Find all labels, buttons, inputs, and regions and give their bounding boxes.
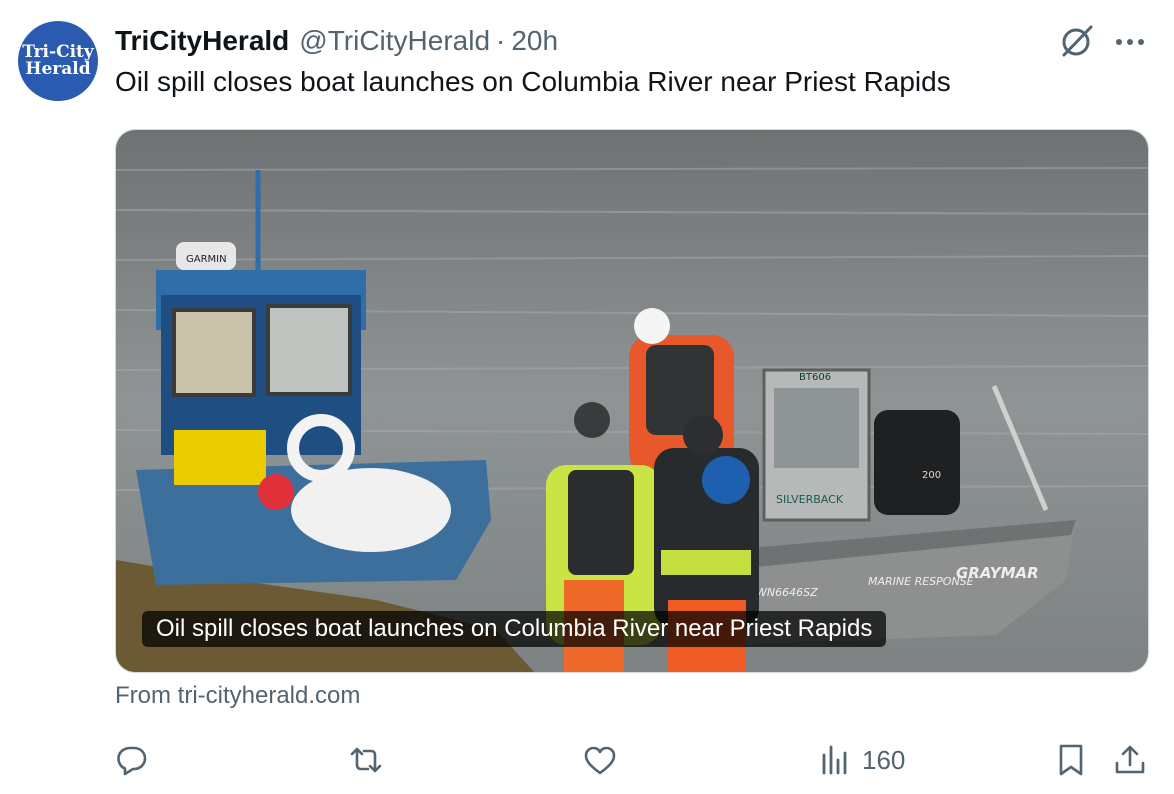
bookmark-button[interactable] — [1053, 736, 1089, 784]
display-name[interactable]: TriCityHerald — [115, 25, 289, 57]
repost-button[interactable] — [348, 736, 384, 784]
separator-dot: · — [496, 25, 506, 56]
bookmark-icon — [1059, 744, 1083, 776]
hull-maker-label: GRAYMAR — [956, 564, 1039, 582]
motor-label: 200 — [922, 470, 941, 481]
views-icon — [822, 745, 847, 775]
repost-icon — [350, 747, 382, 773]
share-icon — [1115, 745, 1145, 774]
boat-id-label: BT606 — [799, 372, 831, 383]
share-button[interactable] — [1112, 736, 1148, 784]
handle[interactable]: @TriCityHerald — [299, 25, 490, 57]
reply-button[interactable] — [114, 736, 150, 784]
timestamp[interactable]: 20h — [511, 25, 558, 57]
avatar[interactable]: Tri-City Herald — [18, 21, 98, 101]
grok-icon[interactable] — [1058, 22, 1096, 60]
link-card[interactable]: GARMIN BT606 SILVERBACK 200 WN6646SZ MAR… — [115, 129, 1149, 673]
card-source[interactable]: From tri-cityherald.com — [115, 682, 360, 710]
avatar-text-line2: Herald — [25, 59, 91, 79]
hull-reg-label: WN6646SZ — [756, 586, 818, 599]
card-caption: Oil spill closes boat launches on Columb… — [142, 611, 887, 647]
news-photo: GARMIN BT606 SILVERBACK 200 WN6646SZ MAR… — [116, 130, 1148, 672]
views-button[interactable]: 160 — [818, 736, 905, 784]
radar-label: GARMIN — [186, 254, 227, 265]
heart-icon — [584, 746, 616, 775]
views-count: 160 — [862, 744, 906, 775]
tweet-header: TriCityHerald @TriCityHerald · 20h — [115, 24, 558, 58]
reply-icon — [117, 746, 147, 776]
boat-brand-label: SILVERBACK — [776, 493, 844, 506]
tweet-text: Oil spill closes boat launches on Columb… — [115, 66, 951, 97]
action-bar: 160 — [0, 736, 1174, 784]
more-options-icon[interactable] — [1112, 28, 1148, 56]
like-button[interactable] — [582, 736, 618, 784]
